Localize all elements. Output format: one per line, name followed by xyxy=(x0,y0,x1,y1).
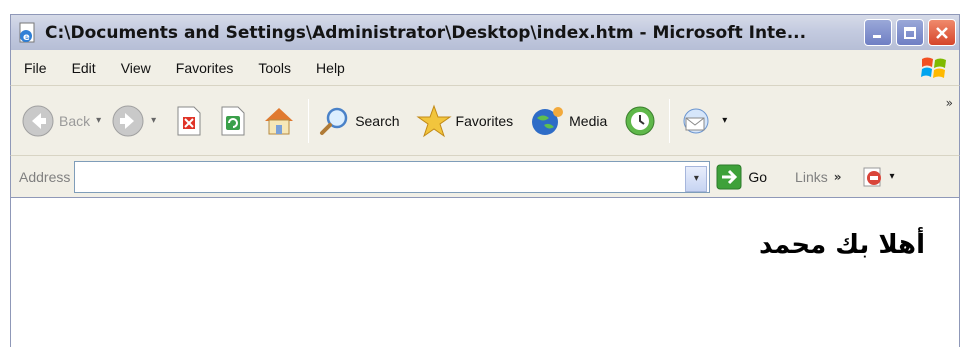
menu-file[interactable]: File xyxy=(24,60,47,76)
maximize-button[interactable] xyxy=(896,19,924,46)
stop-button[interactable] xyxy=(174,105,204,137)
go-label: Go xyxy=(748,168,768,185)
address-bar: Address ▾ Go Links » ▾ xyxy=(10,156,960,198)
history-button[interactable] xyxy=(623,104,657,138)
title-bar[interactable]: e C:\Documents and Settings\Administrato… xyxy=(10,14,960,50)
address-input[interactable] xyxy=(74,160,711,193)
stop-icon xyxy=(177,106,201,135)
mail-button[interactable]: ▾ xyxy=(680,105,727,137)
forward-arrow-icon xyxy=(112,105,144,136)
address-label: Address xyxy=(19,168,71,185)
home-button[interactable] xyxy=(262,105,296,137)
menu-view[interactable]: View xyxy=(121,60,151,76)
chevron-down-icon: ▾ xyxy=(693,173,699,184)
menu-tools[interactable]: Tools xyxy=(258,60,291,76)
refresh-button[interactable] xyxy=(218,105,248,137)
research-icon xyxy=(863,167,881,186)
menu-help[interactable]: Help xyxy=(316,60,345,76)
go-arrow-icon xyxy=(716,164,742,189)
menu-bar: File Edit View Favorites Tools Help xyxy=(10,50,960,86)
back-label: Back xyxy=(59,112,91,129)
favorites-button[interactable]: Favorites xyxy=(415,104,514,138)
favorites-label: Favorites xyxy=(455,112,514,129)
media-button[interactable]: Media xyxy=(529,105,607,137)
links-label[interactable]: Links xyxy=(795,169,828,185)
minimize-button[interactable] xyxy=(864,19,892,46)
ie-page-icon: e xyxy=(19,22,35,43)
browser-window: e C:\Documents and Settings\Administrato… xyxy=(0,0,970,347)
maximize-icon xyxy=(904,26,916,39)
menu-edit[interactable]: Edit xyxy=(72,60,96,76)
media-icon xyxy=(532,106,564,135)
back-dropdown-icon[interactable]: ▾ xyxy=(96,115,101,126)
standard-toolbar: Back ▾ ▾ Search Favorites Media ▾ » xyxy=(10,86,960,156)
refresh-icon xyxy=(221,106,245,135)
close-button[interactable] xyxy=(928,19,956,46)
search-label: Search xyxy=(355,112,400,129)
media-label: Media xyxy=(569,112,608,129)
menu-favorites[interactable]: Favorites xyxy=(176,60,234,76)
home-icon xyxy=(265,107,294,134)
toolbar-separator-2 xyxy=(669,98,671,143)
close-icon xyxy=(936,26,948,39)
search-button[interactable]: Search xyxy=(319,105,400,137)
forward-dropdown-icon[interactable]: ▾ xyxy=(151,115,156,126)
research-dropdown-icon[interactable]: ▾ xyxy=(890,171,895,182)
toolbar-separator xyxy=(308,98,310,143)
research-button[interactable]: ▾ xyxy=(860,164,895,190)
address-dropdown-button[interactable]: ▾ xyxy=(685,165,708,192)
greeting-text: أهلا بك محمد xyxy=(758,230,925,260)
search-icon xyxy=(320,107,348,135)
back-arrow-icon xyxy=(22,105,54,136)
mail-icon xyxy=(683,108,709,133)
window-title: C:\Documents and Settings\Administrator\… xyxy=(45,22,807,43)
go-button[interactable]: Go xyxy=(716,164,767,190)
mail-dropdown-icon[interactable]: ▾ xyxy=(722,115,727,126)
page-content: أهلا بك محمد xyxy=(10,198,960,347)
back-button[interactable]: Back ▾ xyxy=(21,104,101,138)
minimize-icon xyxy=(873,34,881,38)
svg-text:e: e xyxy=(23,32,30,43)
history-icon xyxy=(625,106,655,135)
toolbar-overflow-chevron[interactable]: » xyxy=(946,96,953,110)
forward-button[interactable]: ▾ xyxy=(111,104,156,138)
caption-buttons xyxy=(864,19,956,46)
star-icon xyxy=(415,104,452,137)
links-overflow-chevron[interactable]: » xyxy=(834,170,842,184)
windows-flag-icon xyxy=(921,57,946,78)
